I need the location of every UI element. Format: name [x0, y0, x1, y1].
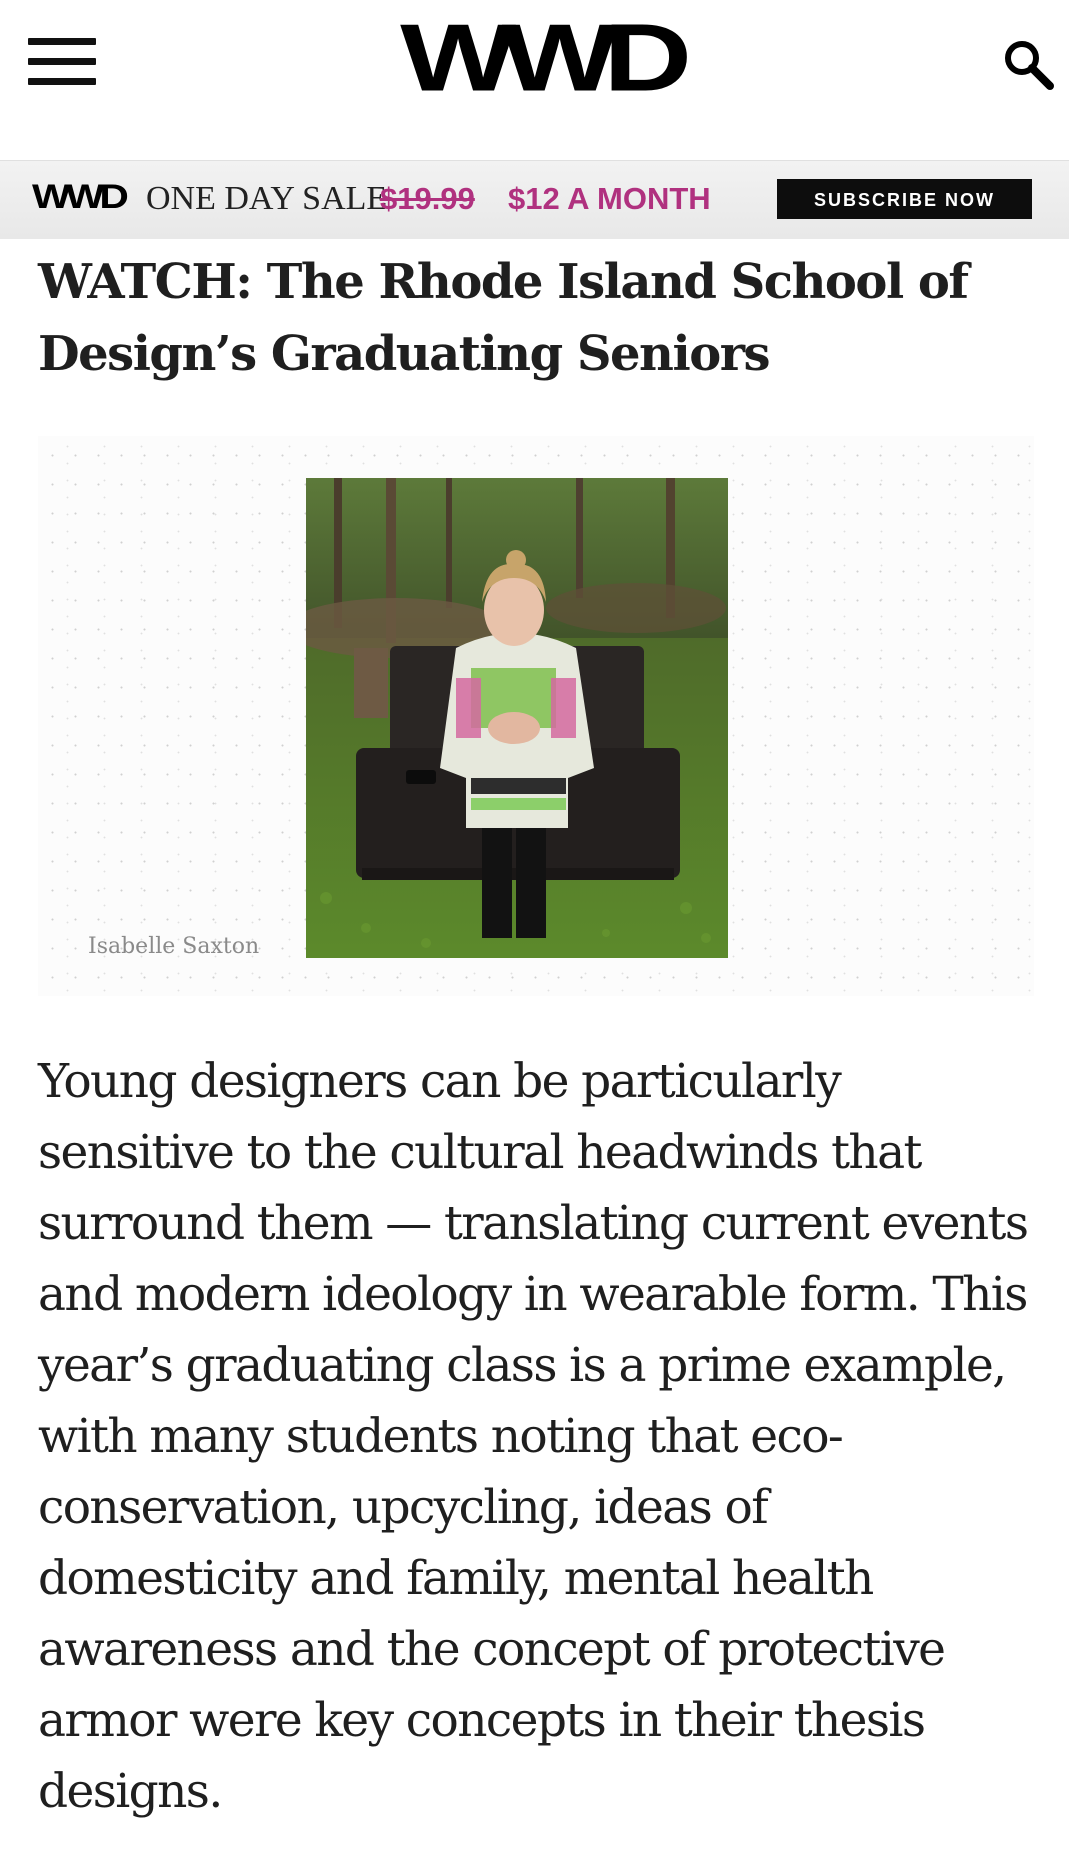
subscribe-now-button[interactable]: SUBSCRIBE NOW [777, 179, 1032, 219]
promo-new-price: $12 A MONTH [508, 181, 711, 216]
video-thumbnail[interactable] [306, 478, 728, 958]
site-header: WWD [0, 0, 1069, 160]
video-player[interactable]: Isabelle Saxton [38, 436, 1034, 996]
article-headline: WATCH: The Rhode Island School of Design… [38, 254, 969, 382]
photo-credit: Isabelle Saxton [88, 934, 260, 959]
promo-old-price: $19.99 [380, 181, 475, 216]
article-body-paragraph: Young designers can be particularly sens… [38, 1054, 1029, 1819]
search-icon[interactable] [1000, 36, 1056, 92]
wwd-logo[interactable]: WWD [368, 10, 710, 106]
hamburger-menu-icon[interactable] [28, 38, 96, 86]
promo-banner[interactable]: WWD ONE DAY SALE $19.99 $12 A MONTH SUBS… [0, 160, 1069, 239]
promo-logo: WWD [32, 178, 129, 216]
promo-sale-text: ONE DAY SALE [146, 180, 388, 217]
